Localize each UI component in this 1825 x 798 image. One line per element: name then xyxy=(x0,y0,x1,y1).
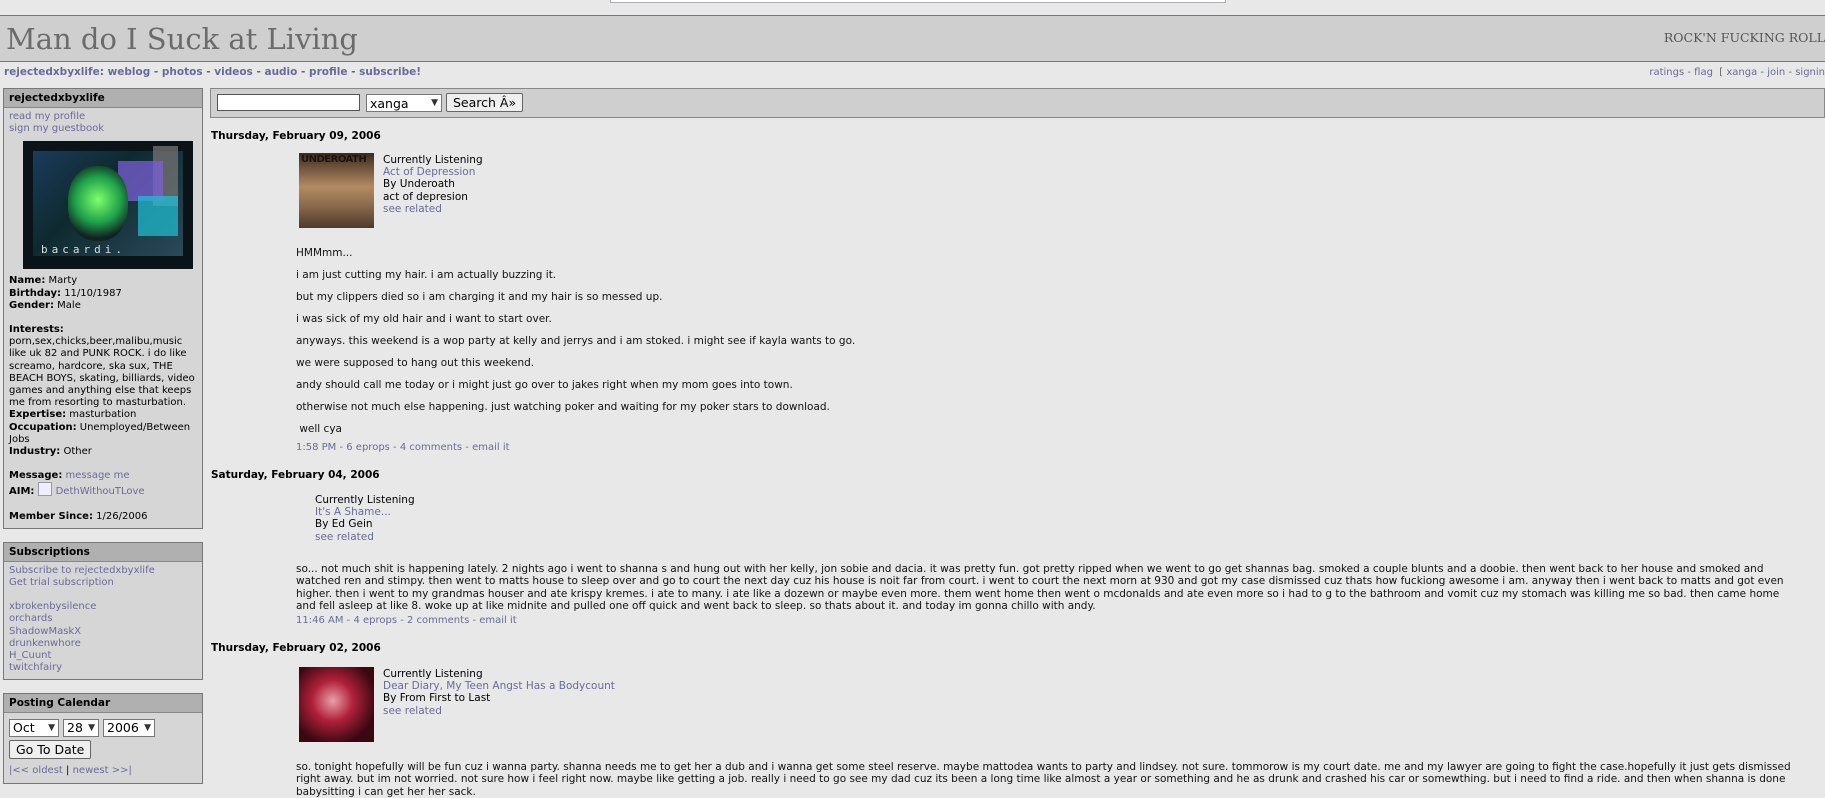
profile-occupation: Occupation: Unemployed/Between Jobs xyxy=(9,421,191,445)
search-button[interactable]: Search Â» xyxy=(446,93,524,112)
nav-subscribe[interactable]: subscribe! xyxy=(359,66,421,78)
entry-body: so. tonight hopefully will be fun cuz i … xyxy=(296,761,1791,798)
search-input[interactable] xyxy=(217,94,360,111)
eprops-link[interactable]: 4 eprops xyxy=(353,615,397,626)
currently-listening: Currently Listening Dear Diary, My Teen … xyxy=(383,668,615,717)
subscriptions-title: Subscriptions xyxy=(4,542,202,562)
avatar-text: bacardi. xyxy=(41,243,126,257)
profile-message: Message: message me xyxy=(9,470,130,482)
comments-link[interactable]: 4 comments xyxy=(400,442,462,453)
profile-gender: Gender: Male xyxy=(9,299,81,311)
chevron-down-icon: ▼ xyxy=(88,723,95,734)
top-address-box xyxy=(610,0,1226,3)
month-select[interactable]: Oct ▼ xyxy=(9,719,59,738)
calendar-title: Posting Calendar xyxy=(4,694,202,714)
sidebar: rejectedxbyxlife read my profile sign my… xyxy=(3,88,203,797)
subscription-user[interactable]: orchards xyxy=(9,613,52,624)
currently-listening: Currently Listening It's A Shame... By E… xyxy=(315,494,415,543)
avatar[interactable]: bacardi. xyxy=(23,141,193,270)
sign-guestbook-link[interactable]: sign my guestbook xyxy=(9,123,104,134)
nav-username[interactable]: rejectedxbyxlife xyxy=(4,66,100,78)
aim-link[interactable]: DethWithouTLove xyxy=(56,486,145,497)
email-it-link[interactable]: email it xyxy=(472,442,509,453)
nav-photos[interactable]: photos xyxy=(162,66,203,78)
chevron-down-icon: ▼ xyxy=(431,98,438,108)
nav-videos[interactable]: videos xyxy=(214,66,253,78)
entry-footer: 1:58 PM - 6 eprops - 4 comments - email … xyxy=(296,442,510,453)
currently-listening: Currently Listening Act of Depression By… xyxy=(383,154,483,215)
entry-body: so... not much shit is happening lately.… xyxy=(296,563,1784,612)
trial-subscription-link[interactable]: Get trial subscription xyxy=(9,577,114,588)
eprops-link[interactable]: 6 eprops xyxy=(346,442,390,453)
permalink[interactable]: 1:58 PM xyxy=(296,442,336,453)
permalink[interactable]: 11:46 AM xyxy=(296,615,343,626)
email-it-link[interactable]: email it xyxy=(479,615,516,626)
flag-link[interactable]: flag xyxy=(1694,67,1713,78)
newest-link[interactable]: newest >>| xyxy=(73,765,132,776)
profile-expertise: Expertise: masturbation xyxy=(9,409,137,421)
go-to-date-button[interactable]: Go To Date xyxy=(9,740,92,760)
main-content: xanga ▼ Search Â» xyxy=(210,88,1825,118)
track-link[interactable]: It's A Shame... xyxy=(315,506,391,518)
search-bar: xanga ▼ Search Â» xyxy=(210,88,1825,118)
profile-module-title: rejectedxbyxlife xyxy=(4,89,202,108)
entry-date: Saturday, February 04, 2006 xyxy=(211,469,380,481)
aim-status-icon xyxy=(37,482,52,497)
see-related-link[interactable]: see related xyxy=(383,203,442,215)
day-select[interactable]: 28 ▼ xyxy=(63,719,99,738)
subscription-user[interactable]: xbrokenbysilence xyxy=(9,601,96,612)
nav-weblog[interactable]: weblog xyxy=(108,66,151,78)
year-select[interactable]: 2006 ▼ xyxy=(103,719,155,738)
chevron-down-icon: ▼ xyxy=(144,723,151,734)
calendar-separator: | xyxy=(66,765,70,777)
see-related-link[interactable]: see related xyxy=(383,705,442,717)
profile-module: rejectedxbyxlife read my profile sign my… xyxy=(3,88,203,529)
site-header: Man do I Suck at Living ROCK'N FUCKING R… xyxy=(0,15,1825,62)
entry-date: Thursday, February 02, 2006 xyxy=(211,642,381,654)
profile-industry: Industry: Other xyxy=(9,446,92,458)
profile-member-since: Member Since: 1/26/2006 xyxy=(9,510,148,522)
xanga-link[interactable]: xanga xyxy=(1726,67,1757,78)
entry-date: Thursday, February 09, 2006 xyxy=(211,130,381,142)
see-related-link[interactable]: see related xyxy=(315,531,374,543)
comments-link[interactable]: 2 comments xyxy=(407,615,469,626)
chevron-down-icon: ▼ xyxy=(48,723,55,734)
track-link[interactable]: Dear Diary, My Teen Angst Has a Bodycoun… xyxy=(383,680,615,692)
nav-audio[interactable]: audio xyxy=(264,66,297,78)
search-scope-select[interactable]: xanga ▼ xyxy=(366,94,442,112)
site-title: Man do I Suck at Living xyxy=(6,22,358,56)
subscription-user[interactable]: ShadowMaskX xyxy=(9,626,81,637)
entry-footer: 11:46 AM - 4 eprops - 2 comments - email… xyxy=(296,615,517,626)
message-me-link[interactable]: message me xyxy=(66,470,130,481)
album-cover[interactable] xyxy=(299,667,374,742)
subscription-user[interactable]: H_Cuunt xyxy=(9,650,51,661)
subscriptions-module: Subscriptions Subscribe to rejectedxbyxl… xyxy=(3,541,203,681)
subscription-user[interactable]: drunkenwhore xyxy=(9,638,81,649)
join-link[interactable]: join xyxy=(1767,67,1785,78)
profile-birthday: Birthday: 11/10/1987 xyxy=(9,287,122,299)
profile-interests: Interests: porn,sex,chicks,beer,malibu,mu… xyxy=(9,324,195,409)
right-nav: ratings - flag [ xanga - join - signin xyxy=(1649,67,1825,78)
user-nav: rejectedxbyxlife: weblog - photos - vide… xyxy=(4,66,422,78)
nav-profile[interactable]: profile xyxy=(309,66,347,78)
profile-aim: AIM: DethWithouTLove xyxy=(9,482,197,498)
nav-colon: : xyxy=(99,66,104,78)
subscription-user[interactable]: twitchfairy xyxy=(9,662,62,673)
signin-link[interactable]: signin xyxy=(1795,67,1825,78)
album-cover[interactable] xyxy=(299,153,374,228)
read-profile-link[interactable]: read my profile xyxy=(9,111,85,122)
oldest-link[interactable]: |<< oldest xyxy=(9,765,63,776)
subscribe-link[interactable]: Subscribe to rejectedxbyxlife xyxy=(9,565,155,576)
site-tagline: ROCK'N FUCKING ROLL xyxy=(1663,30,1825,45)
profile-name: Name: Marty xyxy=(9,275,78,287)
calendar-module: Posting Calendar Oct ▼ 28 ▼ 2006 ▼ Go To Da… xyxy=(3,693,203,784)
entry-body: HMMmm... i am just cutting my hair. i am… xyxy=(296,247,856,435)
ratings-link[interactable]: ratings xyxy=(1649,67,1684,78)
track-link[interactable]: Act of Depression xyxy=(383,166,475,178)
